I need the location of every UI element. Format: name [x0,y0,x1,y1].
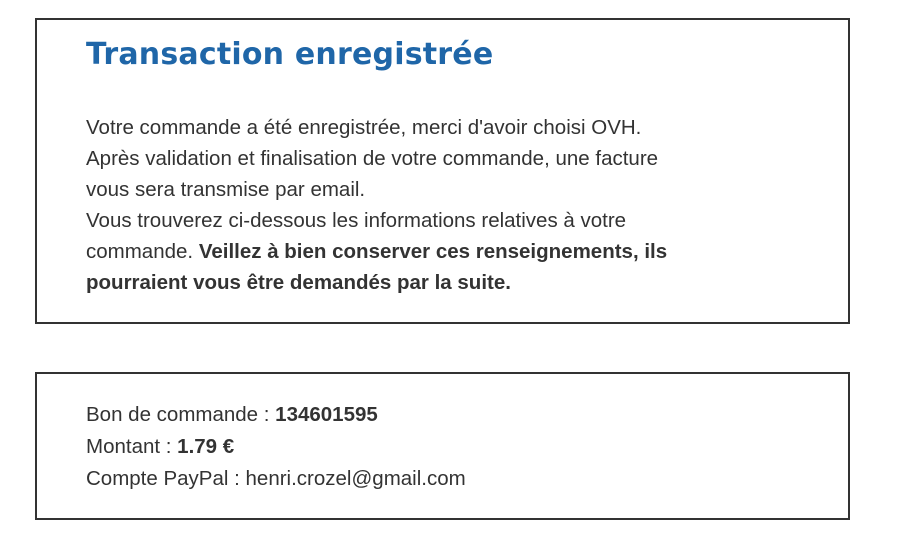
message-line-5-text: commande. [86,240,199,263]
message-line-2: Après validation et finalisation de votr… [86,147,659,170]
emphasis-text-2: pourraient vous être demandés par la sui… [86,271,511,294]
amount-label: Montant : [86,435,178,458]
amount-value: 1.79 € [177,435,235,458]
confirmation-panel: Transaction enregistrée Votre commande a… [35,18,850,324]
paypal-account-label: Compte PayPal : [86,467,246,490]
order-number-label: Bon de commande : [86,403,276,426]
order-details-panel: Bon de commande : 134601595 Montant : 1.… [35,372,850,520]
amount-row: Montant : 1.79 € [86,431,466,463]
message-line-3: vous sera transmise par email. [86,178,366,201]
message-line-6: pourraient vous être demandés par la sui… [86,267,786,298]
confirmation-message: Votre commande a été enregistrée, merci … [86,112,786,298]
message-line-1: Votre commande a été enregistrée, merci … [86,116,642,139]
order-number-value: 134601595 [275,403,378,426]
page-title: Transaction enregistrée [86,37,494,72]
emphasis-text-1: Veillez à bien conserver ces renseigneme… [198,240,668,263]
message-line-5: commande. Veillez à bien conserver ces r… [86,236,786,267]
message-line-4: Vous trouverez ci-dessous les informatio… [86,209,627,232]
paypal-account-value: henri.crozel@gmail.com [245,467,466,490]
order-details: Bon de commande : 134601595 Montant : 1.… [86,399,466,495]
order-number-row: Bon de commande : 134601595 [86,399,466,431]
paypal-account-row: Compte PayPal : henri.crozel@gmail.com [86,463,466,495]
